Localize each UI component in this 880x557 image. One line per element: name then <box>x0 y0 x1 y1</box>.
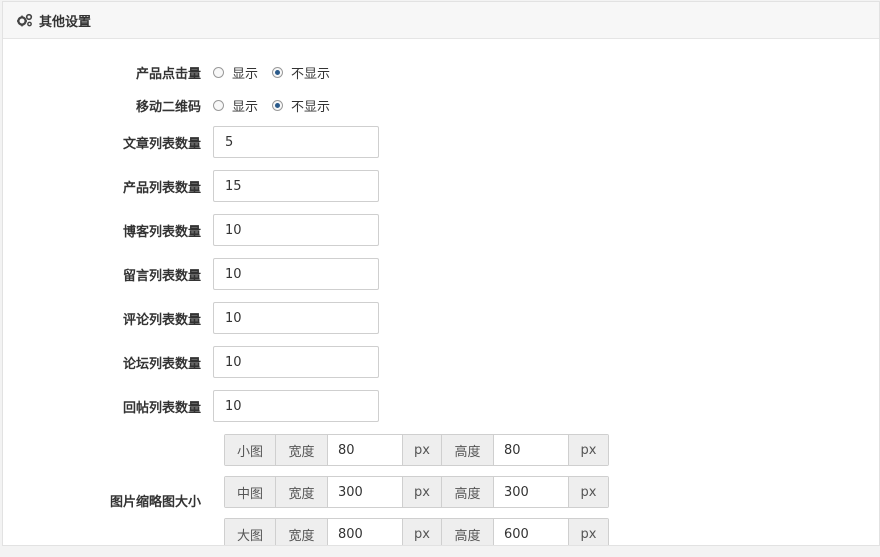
small-height-input[interactable]: 80 <box>494 435 569 465</box>
panel-header: 其他设置 <box>3 2 879 39</box>
width-label: 宽度 <box>276 519 328 545</box>
size-name: 大图 <box>225 519 276 545</box>
message-count-input[interactable]: 10 <box>213 258 379 290</box>
radio-row-mobile-qrcode: 移动二维码 显示 不显示 <box>3 96 344 115</box>
radio-label: 不显示 <box>291 67 331 82</box>
radio-circle-selected[interactable] <box>272 100 284 111</box>
field-label: 产品列表数量 <box>122 180 201 196</box>
field-label: 博客列表数量 <box>122 224 201 240</box>
radio-label: 显示 <box>232 67 259 82</box>
unit-label: px <box>569 435 608 465</box>
height-label: 高度 <box>442 519 494 545</box>
gears-icon <box>17 13 33 27</box>
height-label: 高度 <box>442 435 494 465</box>
radio-label: 显示 <box>232 100 259 115</box>
radio-hide[interactable]: 不显示 <box>272 96 330 115</box>
reply-count-input[interactable]: 10 <box>213 390 379 422</box>
field-row-blog-count: 博客列表数量 10 <box>3 214 379 246</box>
article-count-input[interactable]: 5 <box>213 126 379 158</box>
field-label: 文章列表数量 <box>122 136 201 152</box>
thumbnail-size-large: 大图 宽度 800 px 高度 600 px <box>224 518 609 545</box>
settings-panel: 其他设置 产品点击量 显示 不显示 移动二维码 显示 不显示 文章列表数量 5 … <box>2 1 880 546</box>
field-row-article-count: 文章列表数量 5 <box>3 126 379 158</box>
unit-label: px <box>403 477 442 507</box>
comment-count-input[interactable]: 10 <box>213 302 379 334</box>
medium-height-input[interactable]: 300 <box>494 477 569 507</box>
radio-row-product-clicks: 产品点击量 显示 不显示 <box>3 63 344 82</box>
unit-label: px <box>569 477 608 507</box>
panel-title: 其他设置 <box>39 14 92 30</box>
thumbnail-size-small: 小图 宽度 80 px 高度 80 px <box>224 434 609 466</box>
field-row-comment-count: 评论列表数量 10 <box>3 302 379 334</box>
size-name: 中图 <box>225 477 276 507</box>
thumbnail-size-label: 图片缩略图大小 <box>109 495 201 510</box>
radio-show[interactable]: 显示 <box>213 63 258 82</box>
thumbnail-size-medium: 中图 宽度 300 px 高度 300 px <box>224 476 609 508</box>
field-row-message-count: 留言列表数量 10 <box>3 258 379 290</box>
forum-count-input[interactable]: 10 <box>213 346 379 378</box>
product-count-input[interactable]: 15 <box>213 170 379 202</box>
height-label: 高度 <box>442 477 494 507</box>
field-label: 论坛列表数量 <box>122 356 201 372</box>
unit-label: px <box>569 519 608 545</box>
width-label: 宽度 <box>276 435 328 465</box>
large-height-input[interactable]: 600 <box>494 519 569 545</box>
large-width-input[interactable]: 800 <box>328 519 403 545</box>
width-label: 宽度 <box>276 477 328 507</box>
radio-label: 不显示 <box>291 100 331 115</box>
radio-hide[interactable]: 不显示 <box>272 63 330 82</box>
radio-circle[interactable] <box>213 67 224 78</box>
field-row-forum-count: 论坛列表数量 10 <box>3 346 379 378</box>
field-label: 回帖列表数量 <box>122 400 201 416</box>
blog-count-input[interactable]: 10 <box>213 214 379 246</box>
medium-width-input[interactable]: 300 <box>328 477 403 507</box>
field-label: 移动二维码 <box>135 100 201 115</box>
unit-label: px <box>403 435 442 465</box>
size-name: 小图 <box>225 435 276 465</box>
radio-circle-selected[interactable] <box>272 67 284 78</box>
radio-show[interactable]: 显示 <box>213 96 258 115</box>
field-row-product-count: 产品列表数量 15 <box>3 170 379 202</box>
field-row-reply-count: 回帖列表数量 10 <box>3 390 379 422</box>
unit-label: px <box>403 519 442 545</box>
field-label: 评论列表数量 <box>122 312 201 328</box>
field-label: 产品点击量 <box>135 67 201 82</box>
radio-circle[interactable] <box>213 100 224 111</box>
small-width-input[interactable]: 80 <box>328 435 403 465</box>
field-label: 留言列表数量 <box>122 268 201 284</box>
